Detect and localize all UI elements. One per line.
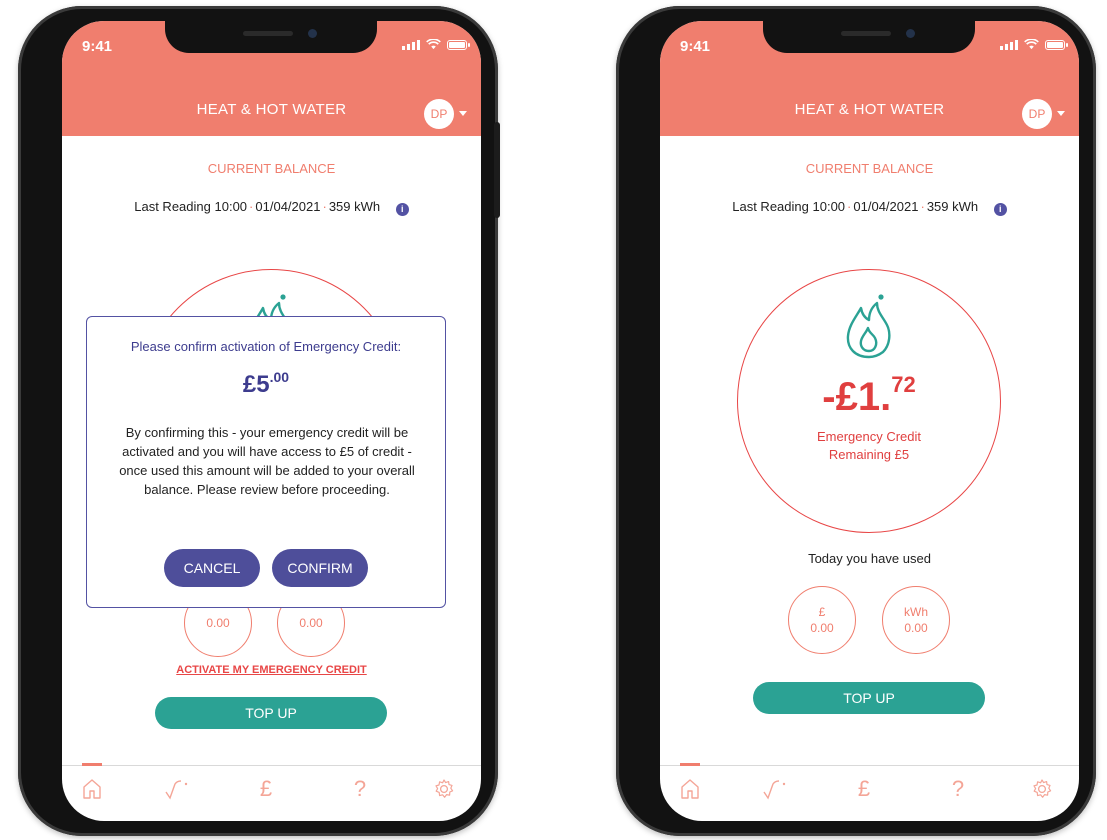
help-icon: ? bbox=[951, 776, 965, 801]
signal-icon bbox=[402, 40, 420, 50]
cancel-button[interactable]: CANCEL bbox=[164, 549, 260, 587]
chevron-down-icon[interactable] bbox=[1057, 111, 1065, 116]
page-title: HEAT & HOT WATER bbox=[794, 101, 945, 118]
balance-amount: -£1.72 bbox=[738, 372, 1000, 420]
tab-home[interactable] bbox=[674, 774, 706, 806]
last-reading-label: Last Reading bbox=[732, 199, 809, 214]
notch bbox=[165, 21, 377, 53]
phone-screen: 9:41 HEAT & HOT WATER DP CURRENT BALANCE… bbox=[660, 21, 1079, 821]
tab-settings[interactable] bbox=[1026, 774, 1058, 806]
home-icon bbox=[83, 779, 101, 799]
modal-body-text: By confirming this - your emergency cred… bbox=[119, 425, 415, 497]
pound-icon: £ bbox=[259, 776, 273, 801]
flame-icon bbox=[846, 294, 891, 359]
separator-dot: · bbox=[920, 199, 925, 214]
reading-time: 10:00 bbox=[214, 199, 248, 214]
signal-icon bbox=[1000, 40, 1018, 50]
usage-energy-unit: kWh bbox=[904, 605, 928, 619]
emergency-credit-modal: Please confirm activation of Emergency C… bbox=[86, 316, 446, 608]
last-reading: Last Reading 10:00 · 01/04/2021 · 359 kWh i bbox=[660, 199, 1079, 216]
reading-date: 01/04/2021 bbox=[255, 199, 321, 214]
phone-screen: 9:41 HEAT & HOT WATER DP CURRENT BALANCE… bbox=[62, 21, 481, 821]
avatar[interactable]: DP bbox=[424, 99, 454, 129]
last-reading: Last Reading 10:00 · 01/04/2021 · 359 kWh i bbox=[62, 199, 481, 216]
page-title: HEAT & HOT WATER bbox=[196, 101, 347, 118]
wifi-icon bbox=[426, 39, 441, 50]
usage-energy-value: 0.00 bbox=[904, 621, 928, 635]
notch bbox=[763, 21, 975, 53]
pound-icon: £ bbox=[857, 776, 871, 801]
battery-icon bbox=[447, 40, 470, 50]
balance-amount-pence: 72 bbox=[891, 372, 916, 397]
side-button bbox=[494, 122, 500, 218]
usage-cost-circle: £ 0.00 bbox=[788, 586, 856, 654]
usage-energy-value: 0.00 bbox=[299, 616, 323, 630]
header-bar: 9:41 HEAT & HOT WATER DP bbox=[660, 21, 1079, 136]
settings-icon bbox=[1033, 779, 1052, 798]
top-up-button[interactable]: TOP UP bbox=[753, 682, 985, 714]
avatar[interactable]: DP bbox=[1022, 99, 1052, 129]
help-icon: ? bbox=[353, 776, 367, 801]
status-icons bbox=[402, 39, 470, 50]
usage-energy-circle: kWh 0.00 bbox=[882, 586, 950, 654]
top-up-button[interactable]: TOP UP bbox=[155, 697, 387, 729]
reading-time: 10:00 bbox=[812, 199, 846, 214]
emergency-credit-status: Emergency Credit Remaining £5 bbox=[738, 428, 1000, 464]
tab-usage[interactable] bbox=[759, 774, 791, 806]
modal-amount: £5.00 bbox=[87, 369, 445, 399]
tab-bar: £ ? bbox=[62, 763, 481, 821]
usage-cost-value: 0.00 bbox=[206, 616, 230, 630]
tab-help[interactable]: ? bbox=[344, 774, 376, 806]
status-time: 9:41 bbox=[82, 38, 113, 55]
status-time: 9:41 bbox=[680, 38, 711, 55]
emergency-credit-label: Emergency Credit bbox=[816, 429, 922, 444]
usage-cost-value: 0.00 bbox=[810, 621, 834, 635]
last-reading-label: Last Reading bbox=[134, 199, 211, 214]
settings-icon bbox=[435, 779, 454, 798]
balance-amount-main: -£1. bbox=[822, 375, 892, 419]
status-icons bbox=[1000, 39, 1068, 50]
tab-usage[interactable] bbox=[161, 774, 193, 806]
modal-amount-pence: .00 bbox=[269, 369, 290, 385]
today-used-label: Today you have used bbox=[808, 551, 931, 566]
modal-amount-main: £5 bbox=[242, 371, 270, 398]
battery-icon bbox=[1045, 40, 1068, 50]
tab-payments[interactable]: £ bbox=[250, 774, 282, 806]
info-icon[interactable]: i bbox=[993, 203, 1007, 216]
emergency-credit-remaining: Remaining £5 bbox=[828, 447, 910, 462]
phone-frame-right: 9:41 HEAT & HOT WATER DP CURRENT BALANCE… bbox=[616, 6, 1096, 836]
modal-title: Please confirm activation of Emergency C… bbox=[130, 339, 402, 354]
wifi-icon bbox=[1024, 39, 1039, 50]
active-tab-indicator bbox=[82, 763, 102, 766]
separator-dot: · bbox=[322, 199, 327, 214]
confirm-button[interactable]: CONFIRM bbox=[272, 549, 368, 587]
usage-cost-unit: £ bbox=[818, 605, 826, 619]
tab-home[interactable] bbox=[76, 774, 108, 806]
tab-help[interactable]: ? bbox=[942, 774, 974, 806]
tab-settings[interactable] bbox=[428, 774, 460, 806]
usage-graph-icon bbox=[763, 780, 786, 800]
phone-frame-left: 9:41 HEAT & HOT WATER DP CURRENT BALANCE… bbox=[18, 6, 500, 836]
activate-emergency-credit-link[interactable]: ACTIVATE MY EMERGENCY CREDIT bbox=[62, 664, 481, 676]
current-balance-label: CURRENT BALANCE bbox=[805, 161, 934, 176]
home-icon bbox=[681, 779, 699, 799]
current-balance-label: CURRENT BALANCE bbox=[207, 161, 336, 176]
balance-circle: -£1.72 Emergency Credit Remaining £5 bbox=[737, 269, 1001, 533]
reading-date: 01/04/2021 bbox=[853, 199, 919, 214]
tab-payments[interactable]: £ bbox=[848, 774, 880, 806]
usage-graph-icon bbox=[165, 780, 188, 800]
reading-kwh: 359 kWh bbox=[328, 199, 381, 214]
header-bar: 9:41 HEAT & HOT WATER DP bbox=[62, 21, 481, 136]
tab-bar: £ ? bbox=[660, 763, 1079, 821]
active-tab-indicator bbox=[680, 763, 700, 766]
reading-kwh: 359 kWh bbox=[926, 199, 979, 214]
chevron-down-icon[interactable] bbox=[459, 111, 467, 116]
info-icon[interactable]: i bbox=[395, 203, 409, 216]
